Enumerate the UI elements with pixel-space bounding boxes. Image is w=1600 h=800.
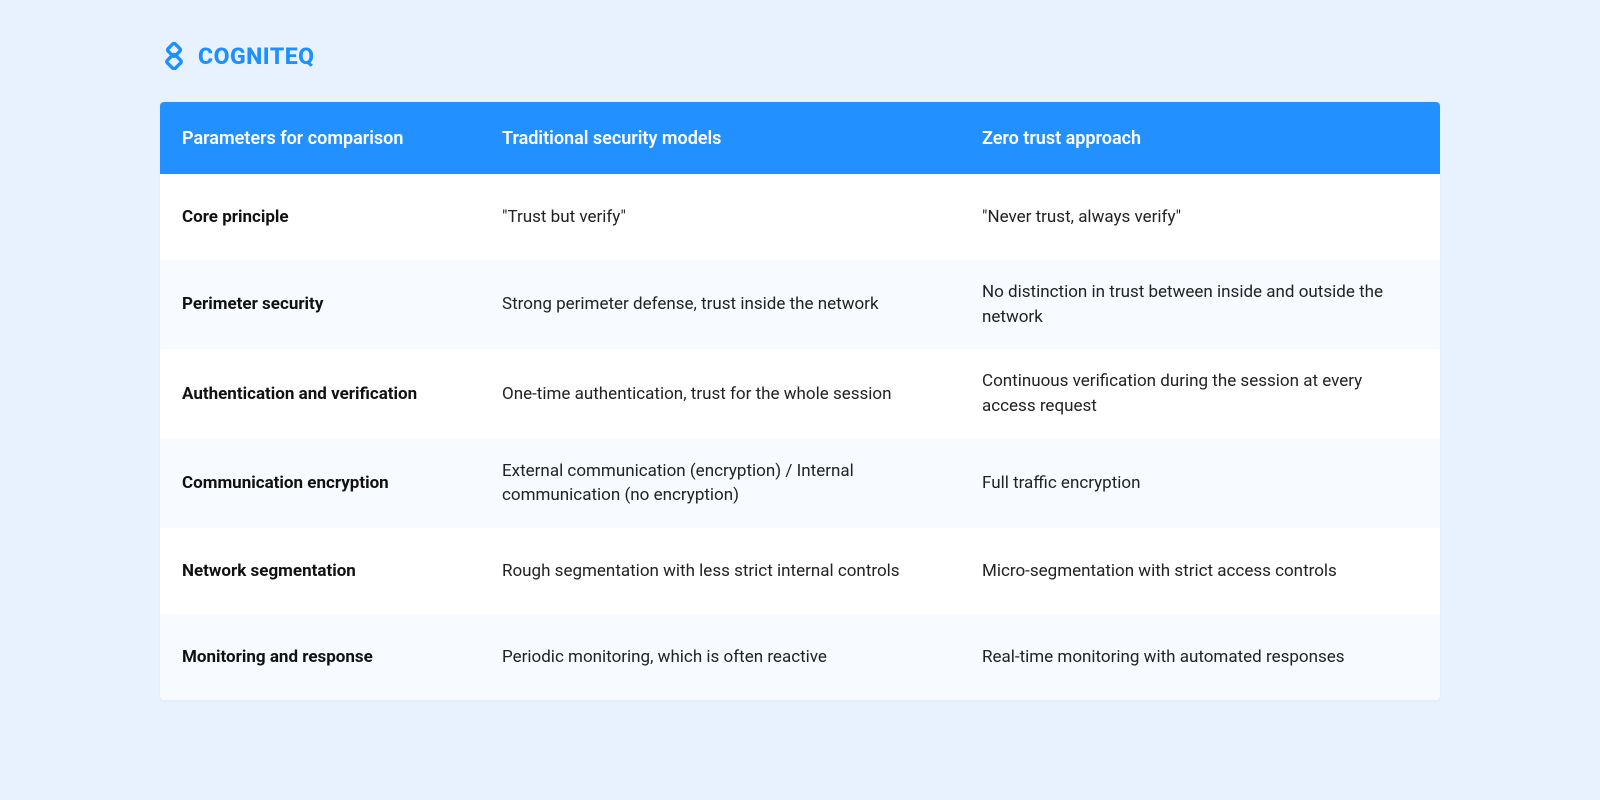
zero-trust-cell: Micro-segmentation with strict access co… — [960, 539, 1440, 604]
page: COGNITEQ Parameters for comparison Tradi… — [0, 0, 1600, 800]
zero-trust-cell: Full traffic encryption — [960, 451, 1440, 516]
zero-trust-cell: Real-time monitoring with automated resp… — [960, 625, 1440, 690]
logo-icon — [160, 42, 188, 70]
param-cell: Communication encryption — [160, 451, 480, 516]
table-row: Perimeter security Strong perimeter defe… — [160, 260, 1440, 349]
traditional-cell: One-time authentication, trust for the w… — [480, 362, 960, 427]
header-param: Parameters for comparison — [160, 104, 480, 173]
brand-name: COGNITEQ — [198, 43, 314, 70]
param-cell: Core principle — [160, 185, 480, 250]
zero-trust-cell: No distinction in trust between inside a… — [960, 260, 1440, 349]
header-zero-trust: Zero trust approach — [960, 104, 1440, 173]
table-row: Network segmentation Rough segmentation … — [160, 528, 1440, 614]
traditional-cell: External communication (encryption) / In… — [480, 439, 960, 528]
param-cell: Monitoring and response — [160, 625, 480, 690]
comparison-table: Parameters for comparison Traditional se… — [160, 102, 1440, 700]
table-row: Monitoring and response Periodic monitor… — [160, 614, 1440, 700]
param-cell: Network segmentation — [160, 539, 480, 604]
table-row: Core principle "Trust but verify" "Never… — [160, 174, 1440, 260]
table-row: Communication encryption External commun… — [160, 439, 1440, 528]
traditional-cell: Strong perimeter defense, trust inside t… — [480, 272, 960, 337]
param-cell: Perimeter security — [160, 272, 480, 337]
zero-trust-cell: "Never trust, always verify" — [960, 185, 1440, 250]
zero-trust-cell: Continuous verification during the sessi… — [960, 349, 1440, 438]
traditional-cell: Periodic monitoring, which is often reac… — [480, 625, 960, 690]
table-body: Core principle "Trust but verify" "Never… — [160, 174, 1440, 700]
traditional-cell: "Trust but verify" — [480, 185, 960, 250]
header-traditional: Traditional security models — [480, 104, 960, 173]
table-row: Authentication and verification One-time… — [160, 349, 1440, 438]
traditional-cell: Rough segmentation with less strict inte… — [480, 539, 960, 604]
brand: COGNITEQ — [160, 42, 1440, 70]
param-cell: Authentication and verification — [160, 362, 480, 427]
table-header-row: Parameters for comparison Traditional se… — [160, 102, 1440, 174]
